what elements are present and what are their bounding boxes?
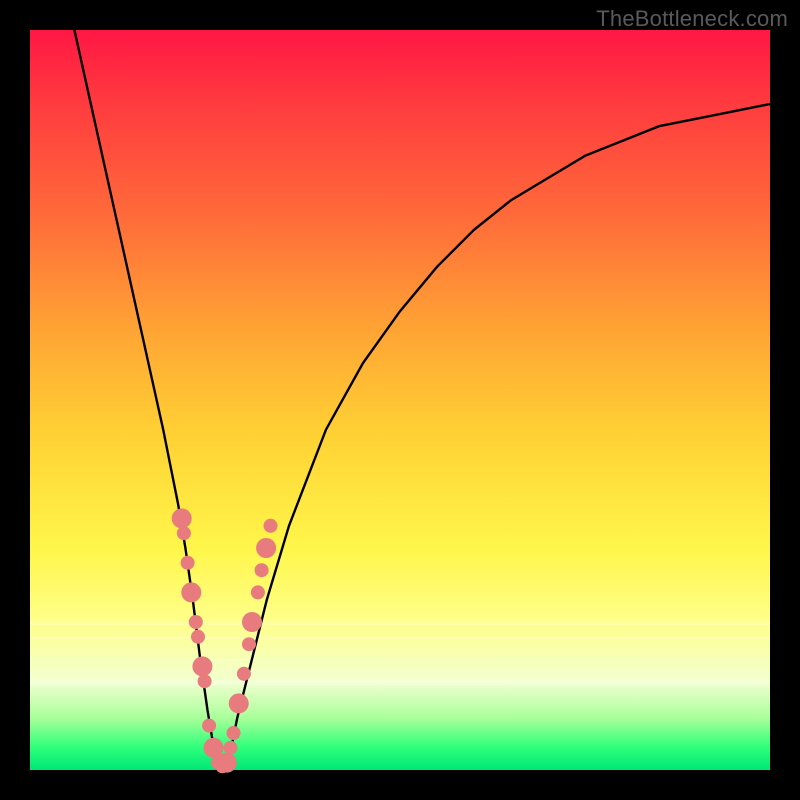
chart-frame: TheBottleneck.com [0, 0, 800, 800]
bead-marker [181, 582, 201, 602]
bead-marker [204, 738, 224, 758]
bead-marker [242, 637, 256, 651]
bottleneck-curve [74, 30, 770, 770]
bead-marker [237, 667, 251, 681]
bead-marker [217, 753, 237, 773]
plot-area [30, 30, 770, 770]
bead-marker [264, 519, 278, 533]
bead-marker [172, 508, 192, 528]
beads-group [172, 508, 278, 773]
bead-marker [181, 556, 195, 570]
bead-marker [255, 563, 269, 577]
bead-marker [227, 726, 241, 740]
curve-svg [30, 30, 770, 770]
bead-marker [224, 741, 238, 755]
bead-marker [192, 656, 212, 676]
bead-marker [177, 526, 191, 540]
bead-marker [191, 630, 205, 644]
bead-marker [198, 674, 212, 688]
curve-path [74, 30, 770, 770]
bead-marker [256, 538, 276, 558]
bead-marker [242, 612, 262, 632]
watermark-text: TheBottleneck.com [596, 6, 788, 32]
bead-marker [229, 693, 249, 713]
bead-marker [251, 585, 265, 599]
bead-marker [202, 719, 216, 733]
bead-marker [189, 615, 203, 629]
